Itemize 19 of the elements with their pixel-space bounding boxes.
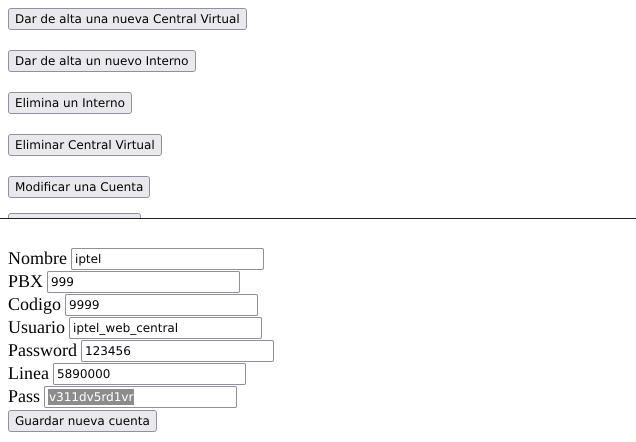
menu-button[interactable]: Dar de alta una nueva Central Virtual [8, 8, 247, 30]
field-label: Linea [8, 363, 49, 384]
input-field[interactable]: iptel_web_central [69, 316, 262, 338]
field-label: Codigo [8, 294, 62, 315]
menu-button[interactable]: Dar de alta un nuevo Interno [8, 50, 196, 72]
field-label: Pass [8, 386, 40, 407]
input-field[interactable]: iptel [70, 248, 264, 270]
field-label: Password [8, 340, 78, 361]
input-field[interactable]: 5890000 [52, 362, 246, 384]
field-label: Usuario [8, 317, 65, 338]
input-field[interactable]: 123456 [81, 340, 274, 362]
field-label: Nombre [8, 248, 67, 269]
menu-button[interactable]: Elimina un Interno [8, 92, 132, 114]
save-button[interactable]: Guardar nueva cuenta [8, 410, 157, 432]
input-field[interactable]: 9999 [65, 294, 258, 316]
field-label: PBX [8, 271, 44, 292]
input-field[interactable]: 999 [47, 270, 240, 292]
menu-button[interactable]: Eliminar Central Virtual [8, 134, 162, 156]
menu-button[interactable]: Modificar una Cuenta [8, 176, 150, 198]
